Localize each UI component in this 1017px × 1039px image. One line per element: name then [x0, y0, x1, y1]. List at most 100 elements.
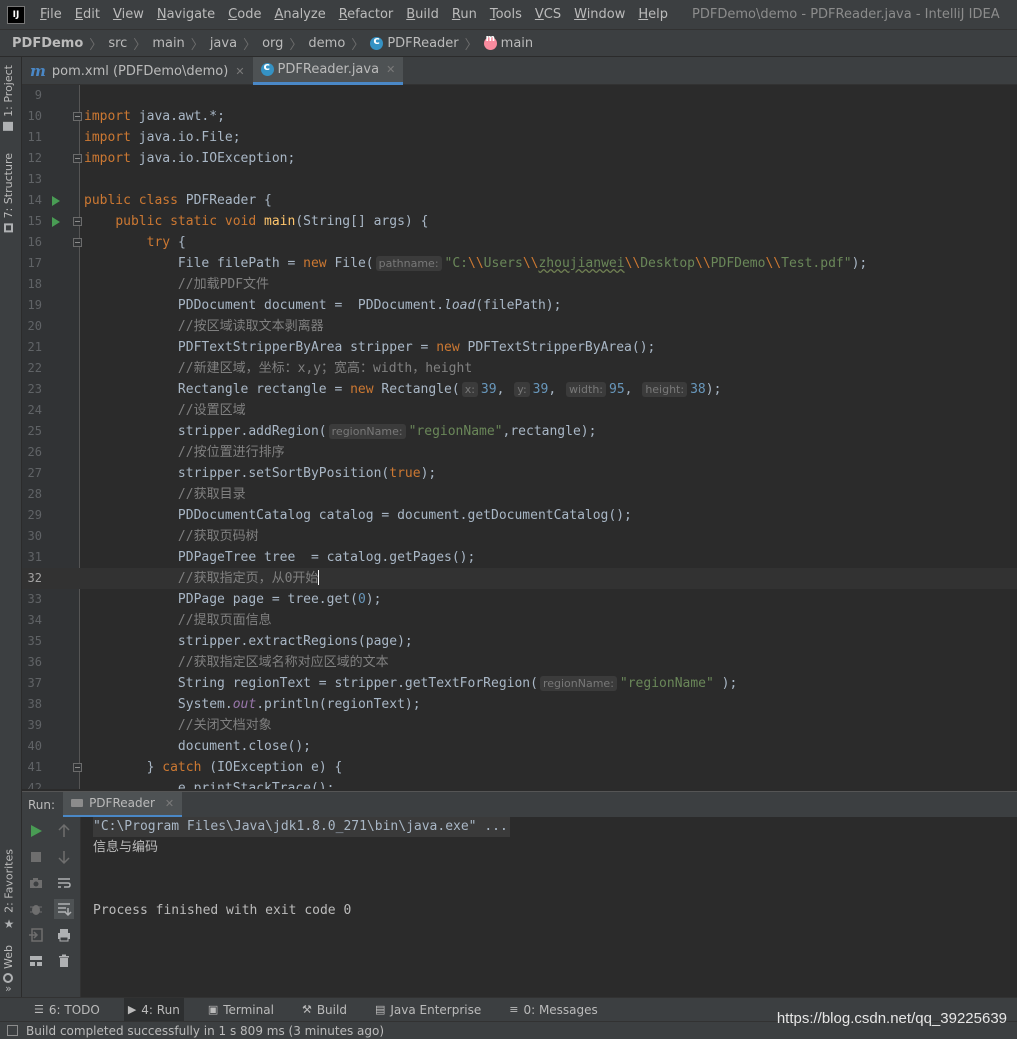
web-tool-label: Web: [2, 945, 15, 969]
menu-help[interactable]: Help: [631, 7, 674, 22]
breadcrumb-org[interactable]: org: [262, 36, 283, 51]
fold-icon[interactable]: [73, 154, 82, 163]
tab-java-enterprise-label: Java Enterprise: [390, 1002, 482, 1017]
code-line: 25 stripper.addRegion(regionName: "region…: [27, 424, 597, 439]
arrow-up-icon[interactable]: [56, 823, 72, 839]
menu-build[interactable]: Build: [399, 7, 445, 22]
breadcrumb-demo[interactable]: demo: [308, 36, 345, 51]
exit-icon[interactable]: [28, 927, 44, 943]
web-tool-tab[interactable]: Web: [2, 945, 15, 983]
breadcrumb-method[interactable]: main: [483, 34, 533, 51]
run-gutter-icon[interactable]: [52, 217, 60, 227]
window-title: PDFDemo\demo - PDFReader.java - IntelliJ…: [692, 7, 1000, 22]
menu-analyze[interactable]: Analyze: [267, 7, 331, 22]
menu-run[interactable]: Run: [445, 7, 483, 22]
code-line: 22 //新建区域，坐标：x,y；宽高：width，height: [27, 361, 473, 376]
method-icon: [483, 34, 497, 50]
project-tool-tab[interactable]: 1: Project: [2, 65, 15, 131]
breadcrumb-class[interactable]: PDFReader: [370, 34, 459, 51]
breadcrumb: PDFDemo 〉 src 〉 main 〉 java 〉 org 〉 demo…: [0, 29, 1017, 57]
fold-icon[interactable]: [73, 217, 82, 226]
tab-terminal[interactable]: ▣ Terminal: [204, 998, 278, 1022]
code-line: 41 } catch (IOException e) {: [27, 760, 343, 775]
param-hint: y:: [514, 382, 530, 397]
code-line: 15 public static void main(String[] args…: [27, 214, 429, 229]
menu-edit[interactable]: Edit: [68, 7, 106, 22]
fold-icon[interactable]: [73, 763, 82, 772]
code-line-current: 32 //获取指定页，从0开始: [22, 568, 1017, 589]
stop-icon[interactable]: [28, 849, 44, 865]
favorites-tool-label: 2: Favorites: [2, 849, 16, 913]
scroll-to-end-icon[interactable]: [54, 899, 74, 919]
code-line: 16 try {: [27, 235, 186, 250]
breadcrumb-project[interactable]: PDFDemo: [12, 36, 83, 51]
chevron-right-icon: 〉: [289, 37, 303, 53]
console-output[interactable]: "C:\Program Files\Java\jdk1.8.0_271\bin\…: [80, 817, 1017, 997]
folder-icon: [3, 121, 14, 131]
menu-view[interactable]: View: [106, 7, 150, 22]
camera-icon[interactable]: [28, 875, 44, 891]
tool-windows-icon[interactable]: [7, 1025, 18, 1036]
structure-tool-label: 7: Structure: [2, 153, 15, 219]
run-toolbar: [22, 817, 80, 997]
code-line: 33 PDPage page = tree.get(0);: [27, 592, 382, 607]
code-line: 20 //按区域读取文本剥离器: [27, 319, 324, 334]
run-icon: ▶: [127, 1003, 137, 1016]
run-tab-pdfreader[interactable]: PDFReader ✕: [63, 791, 183, 818]
menu-window[interactable]: Window: [567, 7, 631, 22]
favorites-tool-tab[interactable]: ★ 2: Favorites: [2, 849, 16, 931]
more-icon[interactable]: »: [5, 982, 12, 995]
tab-todo-label: 6: TODO: [48, 1002, 100, 1017]
close-icon[interactable]: ✕: [386, 63, 395, 76]
rerun-icon[interactable]: [28, 823, 44, 839]
layout-icon[interactable]: [28, 953, 44, 969]
list-icon: ☰: [34, 1003, 44, 1016]
tab-pdfreader-java[interactable]: PDFReader.java ✕: [252, 57, 404, 85]
fold-icon[interactable]: [73, 112, 82, 121]
run-gutter-icon[interactable]: [52, 196, 60, 206]
menu-file[interactable]: File: [33, 7, 68, 22]
tab-java-enterprise[interactable]: ▤ Java Enterprise: [371, 998, 485, 1022]
console-line: Process finished with exit code 0: [93, 903, 352, 918]
menu-bar: IJ File Edit View Navigate Code Analyze …: [0, 0, 1017, 29]
code-line: 31 PDPageTree tree = catalog.getPages();: [27, 550, 476, 565]
bug-icon[interactable]: [28, 901, 44, 917]
star-icon: ★: [2, 916, 16, 931]
editor-tab-bar: m pom.xml (PDFDemo\demo) ✕ PDFReader.jav…: [22, 57, 1017, 85]
breadcrumb-java[interactable]: java: [210, 36, 237, 51]
fold-icon[interactable]: [73, 238, 82, 247]
console-line: "C:\Program Files\Java\jdk1.8.0_271\bin\…: [93, 817, 510, 837]
close-icon[interactable]: ✕: [235, 65, 244, 78]
code-line: 37 String regionText = stripper.getTextF…: [27, 676, 738, 691]
breadcrumb-src[interactable]: src: [108, 36, 127, 51]
code-editor[interactable]: 9 10 import java.awt.*; 11 import java.io.…: [22, 85, 1017, 789]
menu-tools[interactable]: Tools: [483, 7, 528, 22]
code-line: 24 //设置区域: [27, 403, 246, 418]
menu-navigate[interactable]: Navigate: [150, 7, 221, 22]
param-hint: regionName:: [539, 676, 617, 691]
menu-code[interactable]: Code: [221, 7, 267, 22]
code-line: 12 import java.io.IOException;: [27, 151, 296, 166]
arrow-down-icon[interactable]: [56, 849, 72, 865]
tab-pom-xml[interactable]: m pom.xml (PDFDemo\demo) ✕: [22, 57, 253, 85]
structure-tool-tab[interactable]: 7: Structure: [2, 153, 15, 233]
print-icon[interactable]: [56, 927, 72, 943]
tab-build-label: Build: [316, 1002, 347, 1017]
class-icon: [260, 60, 274, 76]
tab-todo[interactable]: ☰ 6: TODO: [30, 998, 104, 1022]
code-line: 42 e.printStackTrace();: [27, 781, 335, 789]
run-tool-header: Run: PDFReader ✕: [22, 791, 1017, 818]
menu-refactor[interactable]: Refactor: [332, 7, 400, 22]
chevron-right-icon: 〉: [89, 37, 103, 53]
trash-icon[interactable]: [56, 953, 72, 969]
code-line: 28 //获取目录: [27, 487, 246, 502]
messages-icon: ≡: [509, 1003, 519, 1016]
soft-wrap-icon[interactable]: [56, 875, 72, 891]
breadcrumb-main[interactable]: main: [152, 36, 184, 51]
tab-build[interactable]: ⚒ Build: [298, 998, 351, 1022]
tab-messages[interactable]: ≡ 0: Messages: [505, 998, 602, 1022]
tab-run[interactable]: ▶ 4: Run: [123, 997, 184, 1022]
text-caret: [318, 570, 320, 585]
menu-vcs[interactable]: VCS: [528, 7, 567, 22]
close-icon[interactable]: ✕: [165, 797, 174, 810]
